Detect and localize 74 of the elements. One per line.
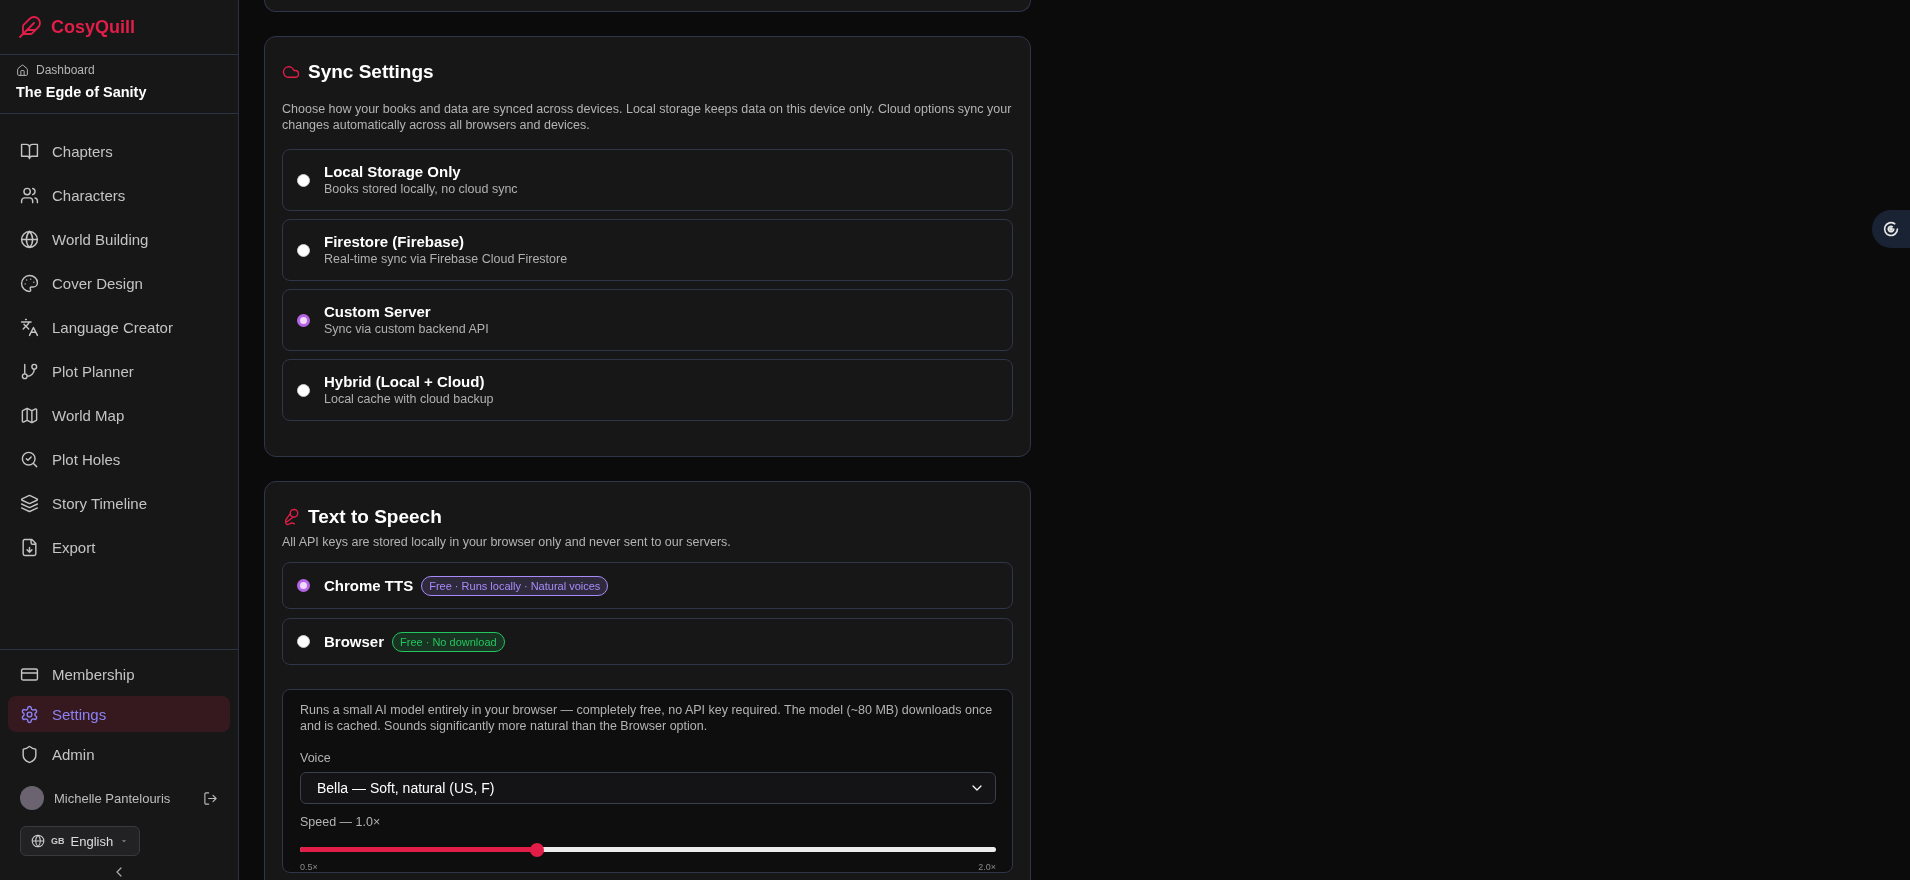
speed-slider[interactable]	[300, 843, 996, 857]
option-card[interactable]: Local Storage Only Books stored locally, no cloud sync	[282, 149, 1013, 211]
logout-icon[interactable]	[203, 790, 218, 806]
option-title: Chrome TTS	[324, 576, 414, 595]
option-card[interactable]: Browser Free · No download	[282, 618, 1013, 665]
section-title: Sync Settings	[308, 61, 434, 83]
option-description: Local cache with cloud backup	[324, 391, 494, 407]
option-title: Hybrid (Local + Cloud)	[324, 373, 485, 390]
people-icon	[20, 185, 39, 205]
slider-min-label: 0.5×	[300, 862, 318, 872]
radio-button[interactable]	[297, 313, 310, 327]
shield-icon	[20, 744, 39, 764]
nav-item[interactable]: Chapters	[8, 129, 230, 173]
file-download-icon	[20, 537, 39, 557]
option-description: Books stored locally, no cloud sync	[324, 181, 518, 197]
radio-button[interactable]	[297, 243, 310, 257]
radio-button[interactable]	[297, 635, 310, 648]
radio-button[interactable]	[297, 173, 310, 187]
option-title: Custom Server	[324, 303, 431, 320]
nav-item[interactable]: Story Timeline	[8, 481, 230, 525]
slider-thumb[interactable]	[529, 843, 544, 857]
radio-button[interactable]	[297, 579, 310, 592]
option-description: Real-time sync via Firebase Cloud Firestore	[324, 251, 568, 267]
option-card[interactable]: Firestore (Firebase) Real-time sync via Firebase Cloud Firestore	[282, 219, 1013, 281]
tag: Free · No download	[392, 631, 505, 652]
language-selector[interactable]: GB English	[20, 826, 141, 856]
translate-icon	[20, 317, 39, 337]
feather-icon	[18, 15, 42, 39]
nav-item[interactable]: World Map	[8, 393, 230, 437]
globe-icon	[31, 834, 45, 848]
user-name: Michelle Pantelouris	[54, 790, 172, 806]
nav-item[interactable]: Export	[8, 525, 230, 569]
option-card[interactable]: Custom Server Sync via custom backend API	[282, 289, 1013, 351]
field-label: Speed — 1.0×	[300, 814, 382, 830]
nav-item[interactable]: Characters	[8, 173, 230, 217]
nav-item[interactable]: Plot Holes	[8, 437, 230, 481]
branch-icon	[20, 361, 39, 381]
option-title: Local Storage Only	[324, 163, 461, 180]
option-description: Sync via custom backend API	[324, 321, 489, 337]
settings-icon	[20, 704, 39, 724]
assistant-button[interactable]	[1872, 210, 1910, 248]
book-title: The Egde of Sanity	[16, 84, 147, 100]
option-card[interactable]: Hybrid (Local + Cloud) Local cache with cloud backup	[282, 359, 1013, 421]
field-label: Voice	[300, 750, 332, 766]
book-icon	[20, 141, 39, 161]
nav-item[interactable]: World Building	[8, 217, 230, 261]
avatar	[20, 786, 44, 810]
home-icon	[16, 63, 29, 77]
section-title: Text to Speech	[308, 506, 442, 528]
nav-item[interactable]: Settings	[8, 696, 230, 732]
cloud-icon	[282, 63, 300, 81]
section-description: All API keys are stored locally in your browser only and never sent to our servers.	[282, 534, 732, 550]
breadcrumb-link[interactable]: Dashboard	[36, 63, 95, 77]
nav-item[interactable]: Membership	[8, 656, 230, 692]
brand-name: CosyQuill	[51, 16, 135, 38]
nav-item[interactable]: Cover Design	[8, 261, 230, 305]
globe-icon	[20, 229, 39, 249]
voice-select[interactable]: Bella — Soft, natural (US, F)	[300, 772, 996, 804]
palette-icon	[20, 273, 39, 293]
layers-icon	[20, 493, 39, 513]
radio-button[interactable]	[297, 383, 310, 397]
magnifier-check-icon	[20, 449, 39, 469]
panel-description: Runs a small AI model entirely in your browser — completely free, no API key required. The model (~80 MB) downloads once and is cached. Sounds significantly more natural than the Browser option.	[300, 702, 994, 734]
option-card[interactable]: Chrome TTS Free · Runs locally · Natural voices	[282, 562, 1013, 609]
microphone-icon	[282, 508, 300, 526]
slider-max-label: 2.0×	[978, 862, 996, 872]
option-title: Browser	[324, 632, 385, 651]
tag: Free · Runs locally · Natural voices	[421, 575, 609, 596]
section-description: Choose how your books and data are synced across devices. Local storage keeps data on this device only. Cloud options sync your changes automatically across all browsers and devices.	[282, 101, 1013, 133]
nav-item[interactable]: Language Creator	[8, 305, 230, 349]
map-icon	[20, 405, 39, 425]
option-title: Firestore (Firebase)	[324, 233, 465, 250]
nav-item[interactable]: Plot Planner	[8, 349, 230, 393]
nav-item[interactable]: Admin	[8, 736, 230, 772]
